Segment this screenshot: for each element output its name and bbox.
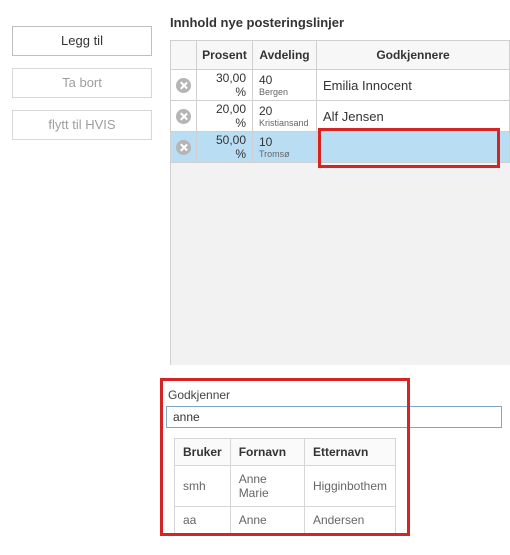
delete-row-icon[interactable] (176, 140, 191, 155)
header-prosent: Prosent (197, 41, 253, 69)
result-bruker: aa (175, 507, 231, 534)
result-etternavn: Andersen (304, 507, 395, 534)
section-title: Innhold nye posteringslinjer (170, 15, 510, 30)
result-row[interactable]: aa Anne Andersen (175, 507, 396, 534)
grid-empty-area (171, 163, 510, 365)
result-row[interactable]: smh Anne Marie Higginbothem (175, 466, 396, 507)
avdeling-cell[interactable]: 40 Bergen (253, 70, 317, 100)
add-button[interactable]: Legg til (12, 26, 152, 56)
godkjenner-search-panel: Godkjenner Bruker Fornavn Etternavn smh … (166, 384, 504, 534)
header-godkjennere: Godkjennere (317, 41, 510, 69)
delete-row-icon[interactable] (176, 78, 191, 93)
search-results-table: Bruker Fornavn Etternavn smh Anne Marie … (174, 438, 396, 534)
table-row[interactable]: 50,00 % 10 Tromsø (171, 132, 510, 163)
remove-button[interactable]: Ta bort (12, 68, 152, 98)
result-etternavn: Higginbothem (304, 466, 395, 507)
header-delete (171, 41, 197, 69)
search-input[interactable] (166, 406, 502, 428)
results-header-row: Bruker Fornavn Etternavn (175, 439, 396, 466)
prosent-cell[interactable]: 20,00 % (197, 101, 253, 131)
col-etternavn: Etternavn (304, 439, 395, 466)
header-avdeling: Avdeling (253, 41, 317, 69)
postings-grid: Prosent Avdeling Godkjennere 30,00 % 40 … (170, 40, 510, 365)
godkjenner-cell[interactable]: Emilia Innocent (317, 70, 510, 100)
table-row[interactable]: 20,00 % 20 Kristiansand Alf Jensen (171, 101, 510, 132)
godkjenner-cell[interactable] (317, 132, 510, 162)
search-label: Godkjenner (168, 388, 502, 402)
godkjenner-cell[interactable]: Alf Jensen (317, 101, 510, 131)
prosent-cell[interactable]: 50,00 % (197, 132, 253, 162)
delete-cell (171, 132, 197, 162)
col-fornavn: Fornavn (230, 439, 304, 466)
prosent-cell[interactable]: 30,00 % (197, 70, 253, 100)
avdeling-cell[interactable]: 10 Tromsø (253, 132, 317, 162)
result-fornavn: Anne (230, 507, 304, 534)
col-bruker: Bruker (175, 439, 231, 466)
delete-cell (171, 101, 197, 131)
grid-header-row: Prosent Avdeling Godkjennere (171, 41, 510, 70)
delete-row-icon[interactable] (176, 109, 191, 124)
table-row[interactable]: 30,00 % 40 Bergen Emilia Innocent (171, 70, 510, 101)
move-to-hvis-button[interactable]: flytt til HVIS (12, 110, 152, 140)
delete-cell (171, 70, 197, 100)
result-fornavn: Anne Marie (230, 466, 304, 507)
left-button-column: Legg til Ta bort flytt til HVIS (12, 26, 152, 152)
postings-panel: Innhold nye posteringslinjer Prosent Avd… (170, 15, 510, 365)
avdeling-cell[interactable]: 20 Kristiansand (253, 101, 317, 131)
result-bruker: smh (175, 466, 231, 507)
